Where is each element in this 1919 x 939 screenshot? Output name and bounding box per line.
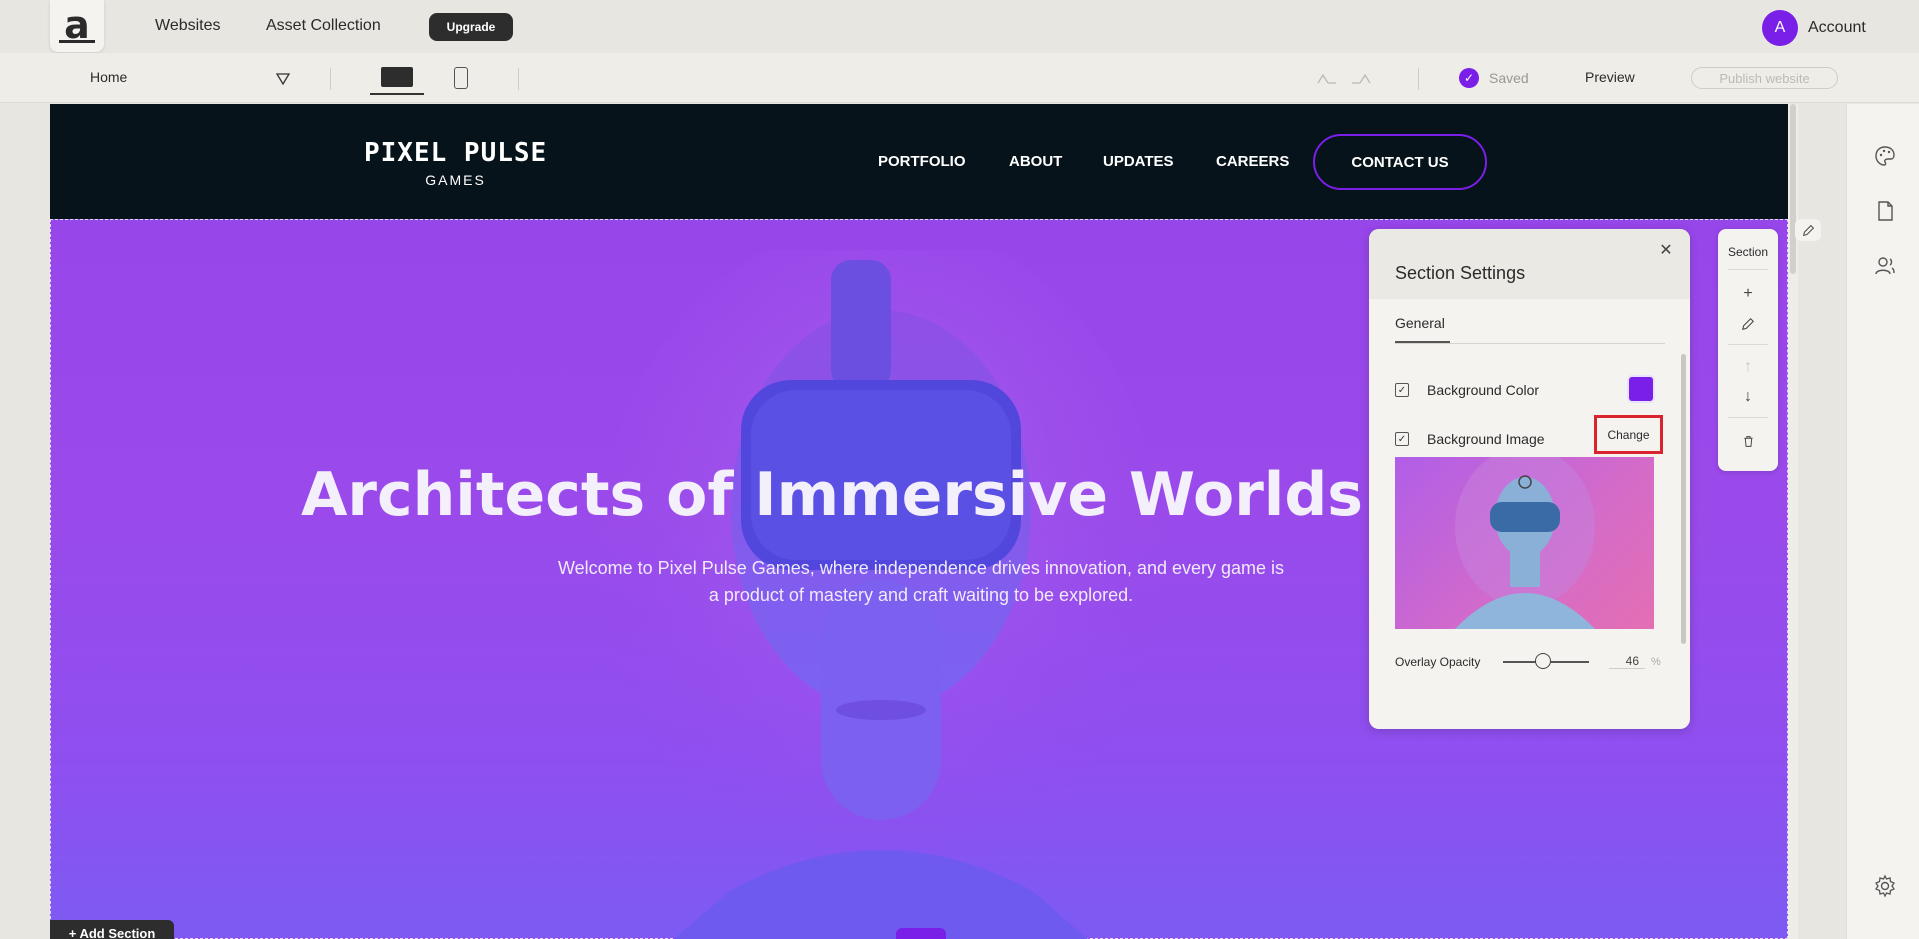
avatar: A [1762,10,1798,46]
mobile-icon [454,67,468,89]
publish-button[interactable]: Publish website [1691,67,1838,89]
saved-label: Saved [1489,70,1529,86]
trash-icon[interactable] [1738,431,1758,451]
background-color-swatch[interactable] [1627,375,1655,403]
background-image-label: Background Image [1427,431,1545,447]
site-nav-about[interactable]: ABOUT [1009,153,1062,170]
overlay-opacity-slider[interactable] [1503,652,1589,669]
thumbnail-image [1455,457,1595,629]
desktop-icon [381,67,413,87]
contact-us-button[interactable]: CONTACT US [1313,134,1487,190]
brand-subtitle: GAMES [425,172,486,188]
tab-underline [1395,343,1665,344]
divider [1728,344,1768,345]
page-selector[interactable]: Home [90,69,127,85]
toolbar-divider [518,68,519,90]
arrow-down-icon[interactable]: ↓ [1738,387,1758,407]
overlay-opacity-input[interactable]: 46 [1609,654,1645,669]
upgrade-button[interactable]: Upgrade [429,13,513,41]
background-color-checkbox[interactable]: ✓ [1395,383,1409,397]
close-icon[interactable]: ✕ [1658,242,1674,259]
divider [1728,269,1768,270]
site-logo[interactable]: PIXEL PULSE GAMES [364,138,547,188]
account-label: Account [1808,19,1866,36]
site-nav-careers[interactable]: CAREERS [1216,153,1289,170]
undo-icon[interactable] [1315,71,1339,87]
palette-icon[interactable] [1873,144,1897,168]
add-icon[interactable]: + [1738,284,1758,304]
nav-asset-collection[interactable]: Asset Collection [266,17,381,35]
change-image-button[interactable]: Change [1594,415,1663,454]
background-image-row: ✓ Background Image [1395,431,1545,447]
desktop-view-button[interactable] [370,61,424,95]
redo-icon[interactable] [1349,71,1373,87]
section-resize-handle[interactable] [896,928,946,939]
app-logo[interactable]: a [50,0,104,52]
app-bar: a Websites Asset Collection Upgrade A Ac… [0,0,1919,53]
overlay-opacity-row: Overlay Opacity 46 % [1395,652,1661,669]
panel-scrollbar[interactable] [1681,354,1686,644]
gear-icon[interactable] [1873,874,1897,898]
account-menu[interactable]: A Account [1762,10,1866,46]
add-section-button[interactable]: + Add Section [50,920,174,939]
right-sidebar [1846,104,1919,939]
section-settings-panel: Section Settings ✕ General ✓ Background … [1369,229,1690,729]
background-image-thumbnail[interactable] [1395,457,1654,629]
divider [1728,417,1768,418]
brand-name: PIXEL PULSE [364,138,548,168]
hero-subtitle[interactable]: Welcome to Pixel Pulse Games, where inde… [551,555,1291,609]
chevron-down-icon[interactable] [276,73,290,85]
edit-section-icon[interactable] [1795,219,1821,241]
pencil-icon[interactable] [1738,314,1758,334]
background-color-row: ✓ Background Color [1395,382,1539,398]
toolbar-divider [330,68,331,90]
site-header[interactable]: PIXEL PULSE GAMES PORTFOLIO ABOUT UPDATE… [50,104,1788,219]
logo-icon: a [59,6,95,46]
site-nav-portfolio[interactable]: PORTFOLIO [878,153,966,170]
hero-title[interactable]: Architects of Immersive Worlds [301,460,1451,530]
preview-button[interactable]: Preview [1585,69,1635,85]
scroll-thumb[interactable] [1790,104,1796,274]
section-toolbar-label: Section [1727,245,1769,259]
editor-toolbar: Home ✓ Saved Preview Publish website [0,53,1919,103]
background-image-checkbox[interactable]: ✓ [1395,432,1409,446]
users-icon[interactable] [1873,254,1897,278]
check-icon: ✓ [1459,68,1479,88]
save-status: ✓ Saved [1459,68,1529,88]
nav-websites[interactable]: Websites [155,17,221,35]
percent-unit: % [1651,655,1661,668]
tab-general[interactable]: General [1395,315,1450,343]
panel-title: Section Settings [1395,263,1526,283]
mobile-view-button[interactable] [452,65,470,91]
site-nav-updates[interactable]: UPDATES [1103,153,1174,170]
arrow-up-icon[interactable]: ↑ [1738,357,1758,377]
page-icon[interactable] [1873,199,1897,223]
section-toolbar: Section + ↑ ↓ [1718,229,1778,471]
background-color-label: Background Color [1427,382,1540,398]
overlay-opacity-label: Overlay Opacity [1395,654,1481,669]
slider-handle[interactable] [1534,652,1551,669]
toolbar-divider [1418,68,1419,90]
